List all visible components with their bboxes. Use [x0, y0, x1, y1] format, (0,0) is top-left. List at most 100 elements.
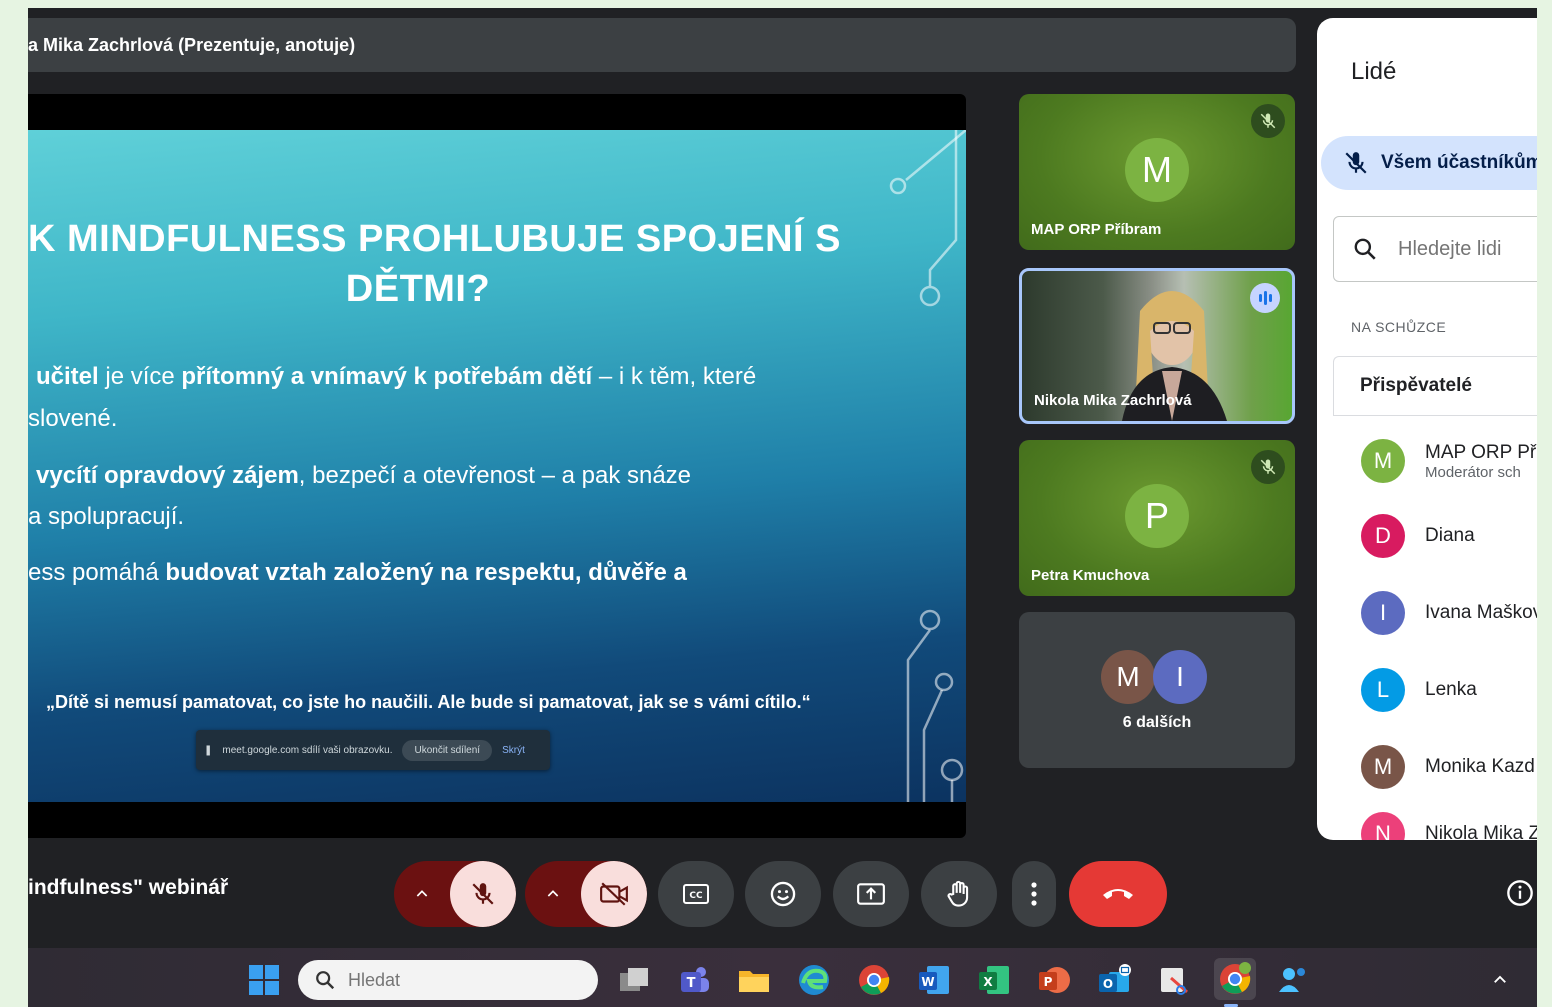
mic-off-icon: [1251, 450, 1285, 484]
mic-options-button[interactable]: [394, 861, 450, 927]
avatar: D: [1361, 514, 1405, 558]
bullet-text: učitel: [36, 363, 99, 390]
task-view-button[interactable]: [616, 962, 652, 998]
person-item[interactable]: L Lenka: [1361, 667, 1477, 713]
people-search[interactable]: [1333, 216, 1537, 282]
start-button[interactable]: [246, 962, 282, 998]
present-screen-button[interactable]: [833, 861, 909, 927]
snipping-tool-app[interactable]: [1156, 962, 1192, 998]
person-role: Moderátor sch: [1425, 463, 1521, 481]
circuit-decoration: [889, 130, 966, 802]
outlook-app[interactable]: O: [1096, 962, 1132, 998]
person-item[interactable]: M Monika Kazd: [1361, 744, 1535, 790]
camera-toggle-button[interactable]: [581, 861, 647, 927]
slide-title-line-2: DĚTMI?: [345, 268, 491, 310]
person-name: MAP ORP Příl: [1425, 441, 1537, 463]
stop-sharing-button[interactable]: Ukončit sdílení: [402, 739, 493, 761]
svg-text:P: P: [1044, 975, 1053, 989]
emoji-icon: [770, 881, 796, 907]
file-explorer-app[interactable]: [736, 962, 772, 998]
person-name: Lenka: [1425, 679, 1477, 700]
taskbar-search-input[interactable]: [348, 969, 568, 991]
bullet-text: slovené.: [28, 405, 118, 432]
chrome-app[interactable]: [856, 962, 892, 998]
hang-up-icon: [1103, 889, 1133, 899]
people-search-input[interactable]: [1398, 237, 1537, 261]
screen-share-banner: ❚ meet.google.com sdílí vaši obrazovku. …: [196, 730, 550, 770]
svg-text:X: X: [983, 975, 993, 989]
slide-bullet-1: učitel je více přítomný a vnímavý k potř…: [36, 356, 756, 398]
word-app[interactable]: W: [916, 962, 952, 998]
people-icon: [1279, 968, 1305, 992]
taskbar-search[interactable]: [298, 960, 598, 1000]
hide-banner-link[interactable]: Skrýt: [502, 745, 525, 756]
slide-bullet-2: vycítí opravdový zájem, bezpečí a otevře…: [36, 455, 691, 497]
folder-icon: [739, 971, 769, 992]
hand-icon: [947, 880, 969, 907]
person-name: Monika Kazd: [1425, 756, 1535, 777]
person-item[interactable]: M MAP ORP Příl Moderátor sch: [1361, 438, 1537, 484]
present-icon: [857, 883, 885, 905]
panel-title: Lidé: [1351, 58, 1397, 85]
windows-logo-icon: [249, 965, 279, 995]
reactions-button[interactable]: [745, 861, 821, 927]
participant-name: MAP ORP Příbram: [1031, 221, 1162, 238]
person-item[interactable]: N Nikola Mika Z: [1361, 811, 1537, 840]
bullet-text: ess pomáhá: [28, 559, 166, 586]
camera-control: [525, 861, 647, 927]
slide-bullet-2-cont: a spolupracují.: [28, 496, 184, 538]
mute-all-label: Všem účastníkům: [1381, 152, 1537, 173]
group-label: Přispěvatelé: [1360, 375, 1472, 396]
captions-icon: CC: [683, 884, 709, 904]
raise-hand-button[interactable]: [921, 861, 997, 927]
slide: K MINDFULNESS PROHLUBUJE SPOJENÍ S DĚTMI…: [28, 130, 966, 802]
participant-tile-petra[interactable]: P Petra Kmuchova: [1019, 440, 1295, 596]
person-name: Diana: [1425, 525, 1475, 546]
contributors-group[interactable]: Přispěvatelé: [1333, 356, 1537, 416]
mic-off-icon: [472, 883, 494, 905]
chevron-up-icon: [1494, 975, 1506, 983]
participant-tile-others[interactable]: M I 6 dalších: [1019, 612, 1295, 768]
person-item[interactable]: I Ivana Maškov: [1361, 590, 1537, 636]
camera-options-button[interactable]: [525, 861, 581, 927]
presentation-area[interactable]: K MINDFULNESS PROHLUBUJE SPOJENÍ S DĚTMI…: [28, 94, 966, 838]
more-vert-icon: [1031, 882, 1037, 906]
teams-icon: T: [681, 967, 709, 992]
bullet-text: , bezpečí a otevřenost – a pak snáze: [298, 462, 692, 489]
powerpoint-icon: P: [1039, 967, 1070, 993]
word-icon: W: [919, 966, 949, 994]
more-options-button[interactable]: [1012, 861, 1056, 927]
captions-button[interactable]: CC: [658, 861, 734, 927]
participant-name: Petra Kmuchova: [1031, 567, 1150, 584]
chrome-profile-app[interactable]: [1214, 958, 1256, 1000]
slide-bullet-3: ess pomáhá budovat vztah založený na res…: [28, 552, 687, 594]
microphone-toggle-button[interactable]: [450, 861, 516, 927]
edge-icon: [799, 965, 829, 995]
end-call-button[interactable]: [1069, 861, 1167, 927]
bullet-text: přítomný a vnímavý k potřebám dětí: [181, 363, 593, 390]
mic-off-icon: [1251, 104, 1285, 138]
person-name: Ivana Maškov: [1425, 602, 1537, 623]
meeting-info-button[interactable]: [1504, 877, 1536, 909]
person-item[interactable]: D Diana: [1361, 513, 1475, 559]
mute-all-button[interactable]: Všem účastníkům: [1321, 136, 1537, 190]
mic-off-icon: [1345, 152, 1367, 174]
people-app[interactable]: [1276, 962, 1312, 998]
bullet-text: a spolupracují.: [28, 503, 185, 530]
others-count-label: 6 dalších: [1122, 714, 1192, 731]
edge-app[interactable]: [796, 962, 832, 998]
bullet-text: je více: [98, 363, 182, 390]
participant-tile-map[interactable]: M MAP ORP Příbram: [1019, 94, 1295, 250]
tray-overflow-button[interactable]: [1482, 962, 1518, 998]
presenter-label: a Mika Zachrlová (Prezentuje, anotuje): [28, 35, 356, 55]
powerpoint-app[interactable]: P: [1036, 962, 1072, 998]
info-icon: [1507, 880, 1533, 906]
excel-icon: X: [979, 966, 1009, 994]
search-icon: [1354, 238, 1376, 260]
svg-text:CC: CC: [689, 891, 703, 901]
excel-app[interactable]: X: [976, 962, 1012, 998]
participant-tile-nikola[interactable]: Nikola Mika Zachrlová: [1019, 268, 1295, 424]
svg-text:O: O: [1103, 977, 1113, 991]
teams-app[interactable]: T: [676, 962, 712, 998]
avatar: M: [1125, 138, 1189, 202]
